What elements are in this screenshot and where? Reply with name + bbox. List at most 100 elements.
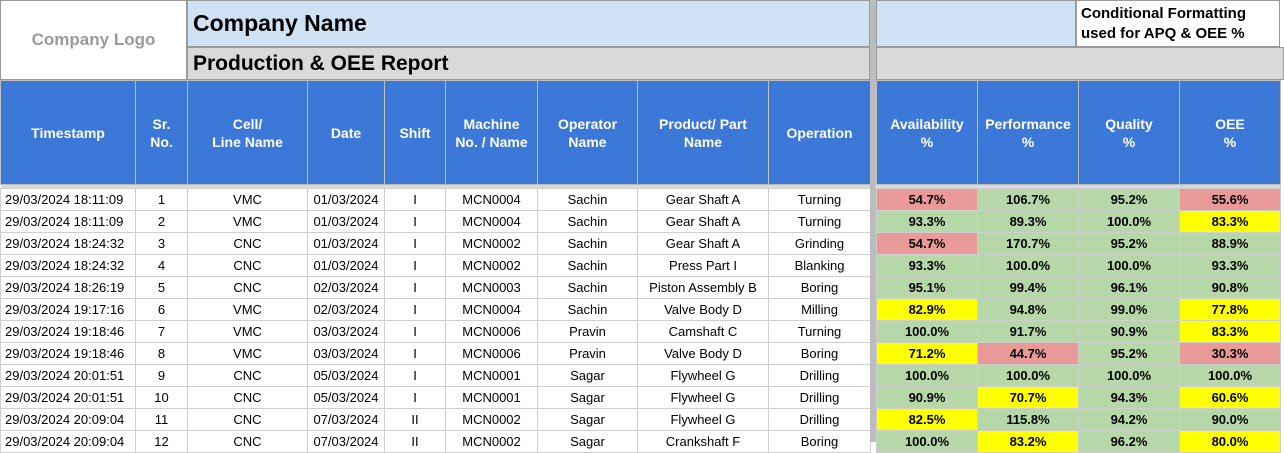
machine-cell[interactable]: MCN0004 xyxy=(445,210,538,233)
shift-cell[interactable]: I xyxy=(384,298,446,321)
report-title-cell[interactable]: Production & OEE Report xyxy=(187,47,870,80)
timestamp-cell[interactable]: 29/03/2024 18:11:09 xyxy=(0,210,136,233)
availability-cell[interactable]: 54.7% xyxy=(876,232,978,255)
company-name-cell[interactable]: Company Name xyxy=(187,0,870,47)
cell-name-cell[interactable]: VMC xyxy=(187,210,308,233)
performance-cell[interactable]: 99.4% xyxy=(977,276,1079,299)
column-header-shift[interactable]: Shift xyxy=(384,80,446,185)
sr-no-cell[interactable]: 8 xyxy=(135,342,188,365)
operation-cell[interactable]: Grinding xyxy=(768,232,871,255)
cell-name-cell[interactable]: CNC xyxy=(187,408,308,431)
availability-cell[interactable]: 93.3% xyxy=(876,254,978,277)
cell-name-cell[interactable]: VMC xyxy=(187,188,308,211)
timestamp-cell[interactable]: 29/03/2024 19:17:16 xyxy=(0,298,136,321)
quality-cell[interactable]: 96.1% xyxy=(1078,276,1180,299)
date-cell[interactable]: 03/03/2024 xyxy=(307,342,385,365)
date-cell[interactable]: 01/03/2024 xyxy=(307,254,385,277)
machine-cell[interactable]: MCN0002 xyxy=(445,232,538,255)
machine-cell[interactable]: MCN0001 xyxy=(445,364,538,387)
column-header-cell-line-name[interactable]: Cell/Line Name xyxy=(187,80,308,185)
oee-cell[interactable]: 30.3% xyxy=(1179,342,1281,365)
cell-name-cell[interactable]: CNC xyxy=(187,232,308,255)
oee-cell[interactable]: 83.3% xyxy=(1179,210,1281,233)
operation-cell[interactable]: Boring xyxy=(768,276,871,299)
sr-no-cell[interactable]: 3 xyxy=(135,232,188,255)
sr-no-cell[interactable]: 1 xyxy=(135,188,188,211)
operation-cell[interactable]: Drilling xyxy=(768,408,871,431)
part-cell[interactable]: Flywheel G xyxy=(637,408,769,431)
timestamp-cell[interactable]: 29/03/2024 18:24:32 xyxy=(0,232,136,255)
part-cell[interactable]: Valve Body D xyxy=(637,298,769,321)
column-header-sr-no[interactable]: Sr. No. xyxy=(135,80,188,185)
availability-cell[interactable]: 71.2% xyxy=(876,342,978,365)
availability-cell[interactable]: 100.0% xyxy=(876,320,978,343)
operator-cell[interactable]: Sachin xyxy=(537,210,638,233)
cell-name-cell[interactable]: CNC xyxy=(187,254,308,277)
quality-cell[interactable]: 95.2% xyxy=(1078,188,1180,211)
shift-cell[interactable]: I xyxy=(384,210,446,233)
availability-cell[interactable]: 82.5% xyxy=(876,408,978,431)
quality-cell[interactable]: 94.3% xyxy=(1078,386,1180,409)
timestamp-cell[interactable]: 29/03/2024 18:24:32 xyxy=(0,254,136,277)
shift-cell[interactable]: I xyxy=(384,364,446,387)
column-header-part[interactable]: Product/ Part Name xyxy=(637,80,769,185)
operator-cell[interactable]: Sachin xyxy=(537,298,638,321)
performance-cell[interactable]: 100.0% xyxy=(977,254,1079,277)
machine-cell[interactable]: MCN0006 xyxy=(445,320,538,343)
timestamp-cell[interactable]: 29/03/2024 18:11:09 xyxy=(0,188,136,211)
oee-cell[interactable]: 90.0% xyxy=(1179,408,1281,431)
part-cell[interactable]: Flywheel G xyxy=(637,386,769,409)
header-blank-gray-cell[interactable] xyxy=(876,47,1284,80)
date-cell[interactable]: 05/03/2024 xyxy=(307,386,385,409)
shift-cell[interactable]: I xyxy=(384,342,446,365)
machine-cell[interactable]: MCN0004 xyxy=(445,188,538,211)
performance-cell[interactable]: 91.7% xyxy=(977,320,1079,343)
cell-name-cell[interactable]: CNC xyxy=(187,386,308,409)
column-header-timestamp[interactable]: Timestamp xyxy=(0,80,136,185)
sr-no-cell[interactable]: 4 xyxy=(135,254,188,277)
availability-cell[interactable]: 93.3% xyxy=(876,210,978,233)
sr-no-cell[interactable]: 7 xyxy=(135,320,188,343)
shift-cell[interactable]: I xyxy=(384,232,446,255)
quality-cell[interactable]: 90.9% xyxy=(1078,320,1180,343)
performance-cell[interactable]: 94.8% xyxy=(977,298,1079,321)
oee-cell[interactable]: 90.8% xyxy=(1179,276,1281,299)
date-cell[interactable]: 03/03/2024 xyxy=(307,320,385,343)
quality-cell[interactable]: 100.0% xyxy=(1078,254,1180,277)
cell-name-cell[interactable]: VMC xyxy=(187,320,308,343)
column-header-operation[interactable]: Operation xyxy=(768,80,871,185)
machine-cell[interactable]: MCN0006 xyxy=(445,342,538,365)
part-cell[interactable]: Camshaft C xyxy=(637,320,769,343)
cell-name-cell[interactable]: CNC xyxy=(187,276,308,299)
performance-cell[interactable]: 70.7% xyxy=(977,386,1079,409)
quality-cell[interactable]: 95.2% xyxy=(1078,342,1180,365)
performance-cell[interactable]: 170.7% xyxy=(977,232,1079,255)
oee-cell[interactable]: 100.0% xyxy=(1179,364,1281,387)
date-cell[interactable]: 07/03/2024 xyxy=(307,408,385,431)
timestamp-cell[interactable]: 29/03/2024 19:18:46 xyxy=(0,320,136,343)
timestamp-cell[interactable]: 29/03/2024 20:01:51 xyxy=(0,386,136,409)
timestamp-cell[interactable]: 29/03/2024 19:18:46 xyxy=(0,342,136,365)
column-header-quality[interactable]: Quality% xyxy=(1078,80,1180,185)
part-cell[interactable]: Flywheel G xyxy=(637,364,769,387)
shift-cell[interactable]: I xyxy=(384,320,446,343)
sr-no-cell[interactable]: 2 xyxy=(135,210,188,233)
date-cell[interactable]: 02/03/2024 xyxy=(307,276,385,299)
operation-cell[interactable]: Turning xyxy=(768,188,871,211)
operator-cell[interactable]: Sagar xyxy=(537,386,638,409)
performance-cell[interactable]: 115.8% xyxy=(977,408,1079,431)
part-cell[interactable]: Valve Body D xyxy=(637,342,769,365)
operator-cell[interactable]: Sagar xyxy=(537,408,638,431)
oee-cell[interactable]: 93.3% xyxy=(1179,254,1281,277)
part-cell[interactable]: Gear Shaft A xyxy=(637,188,769,211)
operation-cell[interactable]: Drilling xyxy=(768,364,871,387)
machine-cell[interactable]: MCN0003 xyxy=(445,276,538,299)
machine-cell[interactable]: MCN0002 xyxy=(445,408,538,431)
cell-name-cell[interactable]: VMC xyxy=(187,298,308,321)
availability-cell[interactable]: 90.9% xyxy=(876,386,978,409)
cell-name-cell[interactable]: CNC xyxy=(187,364,308,387)
operation-cell[interactable]: Milling xyxy=(768,298,871,321)
column-header-oee[interactable]: OEE% xyxy=(1179,80,1281,185)
sr-no-cell[interactable]: 10 xyxy=(135,386,188,409)
operator-cell[interactable]: Pravin xyxy=(537,320,638,343)
